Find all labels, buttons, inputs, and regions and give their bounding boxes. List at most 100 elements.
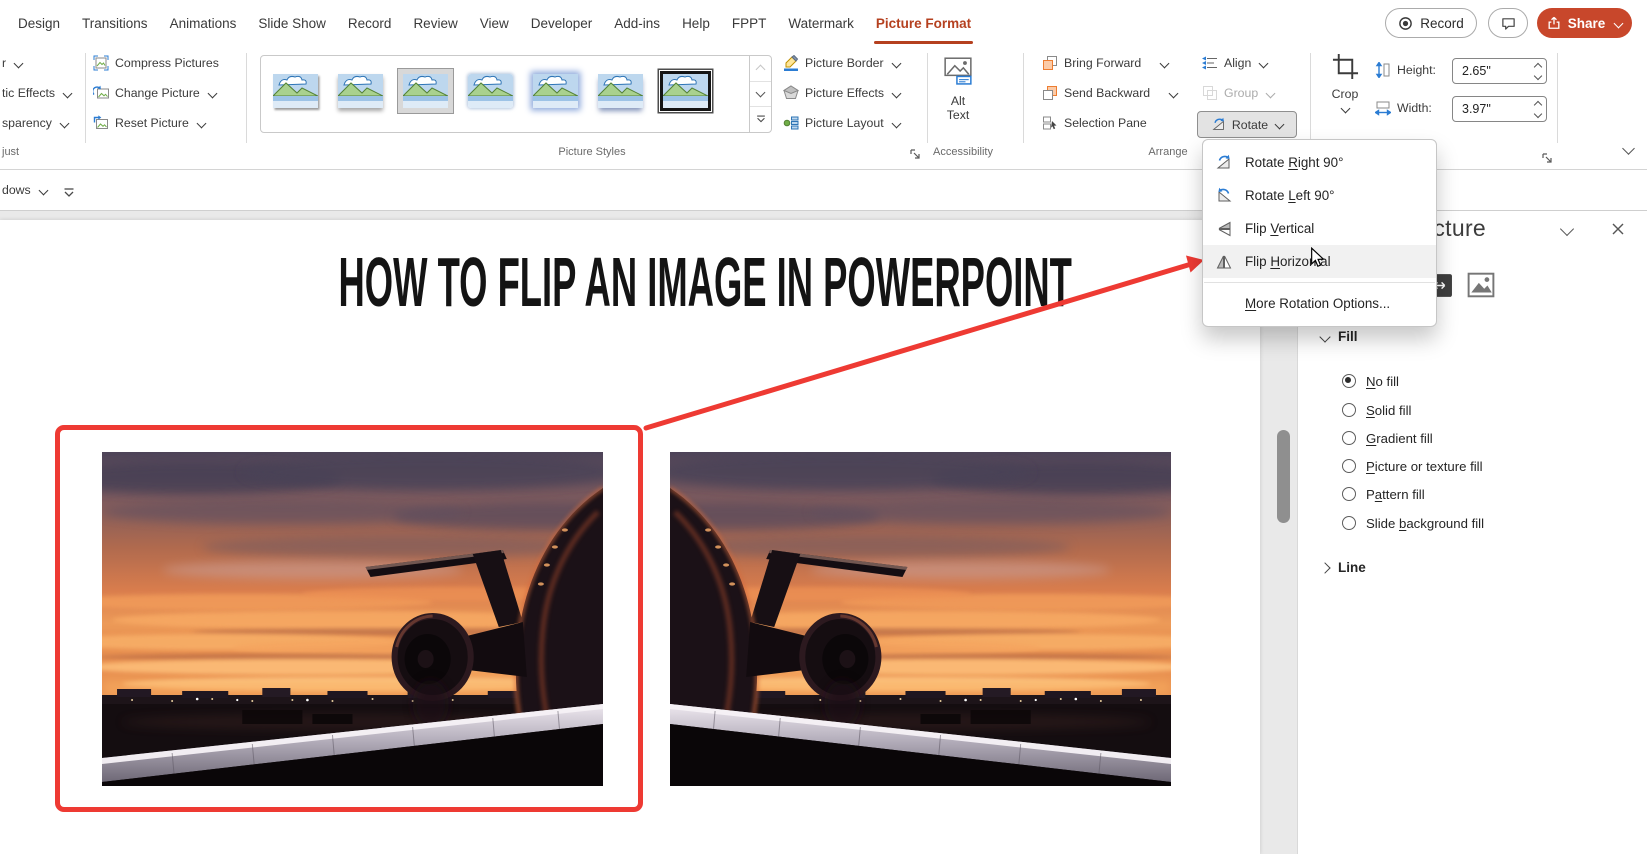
- tab-view[interactable]: View: [469, 0, 520, 47]
- radio-slide-background-fill[interactable]: Slide background fill: [1342, 513, 1484, 533]
- style-black-frame-thumbnail[interactable]: [660, 71, 711, 111]
- style-soft-shadow-thumbnail[interactable]: [336, 74, 384, 108]
- send-backward-icon: [1042, 85, 1058, 101]
- fill-section-header[interactable]: Fill: [1319, 329, 1358, 344]
- chevron-down-icon: [207, 88, 218, 98]
- group-separator: [246, 53, 247, 143]
- width-input[interactable]: [1460, 101, 1522, 117]
- radio-solid-fill[interactable]: Solid fill: [1342, 400, 1411, 420]
- group-button[interactable]: Group: [1202, 80, 1276, 106]
- radio-button-icon: [1342, 403, 1356, 417]
- align-button[interactable]: Align: [1202, 50, 1269, 76]
- group-separator: [1023, 53, 1024, 143]
- bring-forward-icon: [1042, 55, 1058, 71]
- tab-help[interactable]: Help: [671, 0, 721, 47]
- ribbon-button-r[interactable]: r: [2, 50, 24, 76]
- menu-item-flip-horizontal[interactable]: Flip Horizontal: [1203, 245, 1436, 278]
- tab-transitions[interactable]: Transitions: [71, 0, 159, 47]
- qat-cut-item[interactable]: dows: [2, 177, 49, 203]
- chevron-down-icon: [13, 58, 24, 68]
- customize-toolbar-icon[interactable]: [62, 185, 76, 203]
- rotate-button-label: Rotate: [1231, 117, 1269, 132]
- alt-text-label-line2: Text: [946, 108, 970, 122]
- picture-border-button[interactable]: Picture Border: [783, 50, 902, 76]
- alt-text-icon: [943, 55, 973, 85]
- slide[interactable]: HOW TO FLIP AN IMAGE IN POWERPOINT: [0, 220, 1260, 854]
- radio-no-fill[interactable]: No fill: [1342, 371, 1399, 391]
- reset-picture-button[interactable]: Reset Picture: [93, 110, 207, 136]
- picture-layout-button[interactable]: Picture Layout: [783, 110, 902, 136]
- chevron-down-icon: [1340, 103, 1350, 114]
- radio-gradient-fill[interactable]: Gradient fill: [1342, 428, 1433, 448]
- rotate-button[interactable]: Rotate: [1197, 111, 1297, 138]
- tab-picture-format[interactable]: Picture Format: [865, 0, 982, 47]
- line-section-header[interactable]: Line: [1319, 560, 1366, 575]
- pane-close-icon[interactable]: [1609, 220, 1627, 243]
- radio-pattern-fill[interactable]: Pattern fill: [1342, 484, 1425, 504]
- accessibility-group-label: Accessibility: [933, 146, 993, 158]
- menu-bar: Design Transitions Animations Slide Show Rec…: [0, 0, 1647, 47]
- align-icon: [1202, 55, 1218, 71]
- tab-design[interactable]: Design: [7, 0, 71, 47]
- tab-slide-show[interactable]: Slide Show: [247, 0, 337, 47]
- picture-effects-icon: [783, 85, 799, 101]
- slide-title[interactable]: HOW TO FLIP AN IMAGE IN POWERPOINT: [0, 242, 1260, 322]
- tab-watermark[interactable]: Watermark: [777, 0, 865, 47]
- chevron-down-icon: [891, 58, 902, 68]
- selection-pane-button[interactable]: Selection Pane: [1042, 110, 1147, 136]
- tab-record[interactable]: Record: [337, 0, 403, 47]
- width-label: Width:: [1397, 101, 1432, 115]
- menu-item-rotate-right-90[interactable]: Rotate Right 90°: [1203, 146, 1436, 179]
- style-drop-shadow-thumbnail[interactable]: [271, 74, 319, 108]
- alt-text-button[interactable]: Alt Text: [935, 55, 981, 122]
- vertical-scrollbar-thumb[interactable]: [1277, 430, 1290, 523]
- style-reflection-thumbnail[interactable]: [596, 74, 644, 108]
- gallery-scroll-down-button[interactable]: [750, 80, 771, 107]
- radio-picture-or-texture-fill[interactable]: Picture or texture fill: [1342, 456, 1483, 476]
- record-button-label: Record: [1420, 15, 1464, 31]
- tab-review[interactable]: Review: [402, 0, 468, 47]
- width-stepper[interactable]: [1533, 100, 1543, 118]
- height-stepper[interactable]: [1533, 62, 1543, 80]
- ribbon-button-tic-effects[interactable]: tic Effects: [2, 80, 73, 106]
- crop-icon: [1332, 53, 1359, 80]
- picture-effects-button[interactable]: Picture Effects: [783, 80, 902, 106]
- ribbon-button-sparency[interactable]: sparency: [2, 110, 70, 136]
- rotate-left-icon: [1215, 187, 1233, 205]
- chevron-down-icon: [1168, 88, 1179, 98]
- share-button[interactable]: Share: [1537, 8, 1632, 38]
- compress-pictures-icon: [93, 55, 109, 71]
- height-input[interactable]: [1460, 63, 1522, 79]
- share-button-label: Share: [1567, 15, 1606, 31]
- compress-pictures-button[interactable]: Compress Pictures: [93, 50, 219, 76]
- menu-item-more-rotation-options[interactable]: More Rotation Options...: [1203, 287, 1436, 320]
- bring-forward-button[interactable]: Bring Forward: [1042, 50, 1170, 76]
- picture-styles-dialog-launcher-icon[interactable]: [909, 147, 921, 165]
- menu-item-rotate-left-90[interactable]: Rotate Left 90°: [1203, 179, 1436, 212]
- tab-add-ins[interactable]: Add-ins: [603, 0, 671, 47]
- size-dialog-launcher-icon[interactable]: [1541, 151, 1553, 169]
- record-button[interactable]: Record: [1385, 8, 1477, 38]
- radio-button-icon: [1342, 487, 1356, 501]
- chevron-down-icon: [38, 185, 49, 195]
- change-picture-button[interactable]: Change Picture: [93, 80, 218, 106]
- gallery-scroll-up-button[interactable]: [750, 56, 771, 81]
- gallery-more-button[interactable]: [750, 106, 771, 132]
- pane-collapse-chevron-icon[interactable]: [1559, 221, 1575, 241]
- flip-horizontal-icon: [1215, 253, 1233, 271]
- tab-animations[interactable]: Animations: [159, 0, 248, 47]
- send-backward-button[interactable]: Send Backward: [1042, 80, 1179, 106]
- comments-button[interactable]: [1488, 8, 1528, 38]
- crop-button[interactable]: Crop: [1328, 53, 1362, 119]
- change-picture-icon: [93, 85, 109, 101]
- picture-tab-icon[interactable]: [1467, 272, 1495, 303]
- style-applied-thumbnail[interactable]: [401, 74, 449, 108]
- airplane-photo-flipped[interactable]: [670, 452, 1171, 786]
- style-glow-edge-thumbnail[interactable]: [531, 74, 579, 108]
- collapse-ribbon-chevron-icon[interactable]: [1622, 142, 1635, 160]
- annotation-red-box[interactable]: [55, 425, 643, 812]
- style-soft-edge-thumbnail[interactable]: [466, 74, 514, 108]
- menu-item-flip-vertical[interactable]: Flip Vertical: [1203, 212, 1436, 245]
- tab-fppt[interactable]: FPPT: [721, 0, 778, 47]
- tab-developer[interactable]: Developer: [520, 0, 604, 47]
